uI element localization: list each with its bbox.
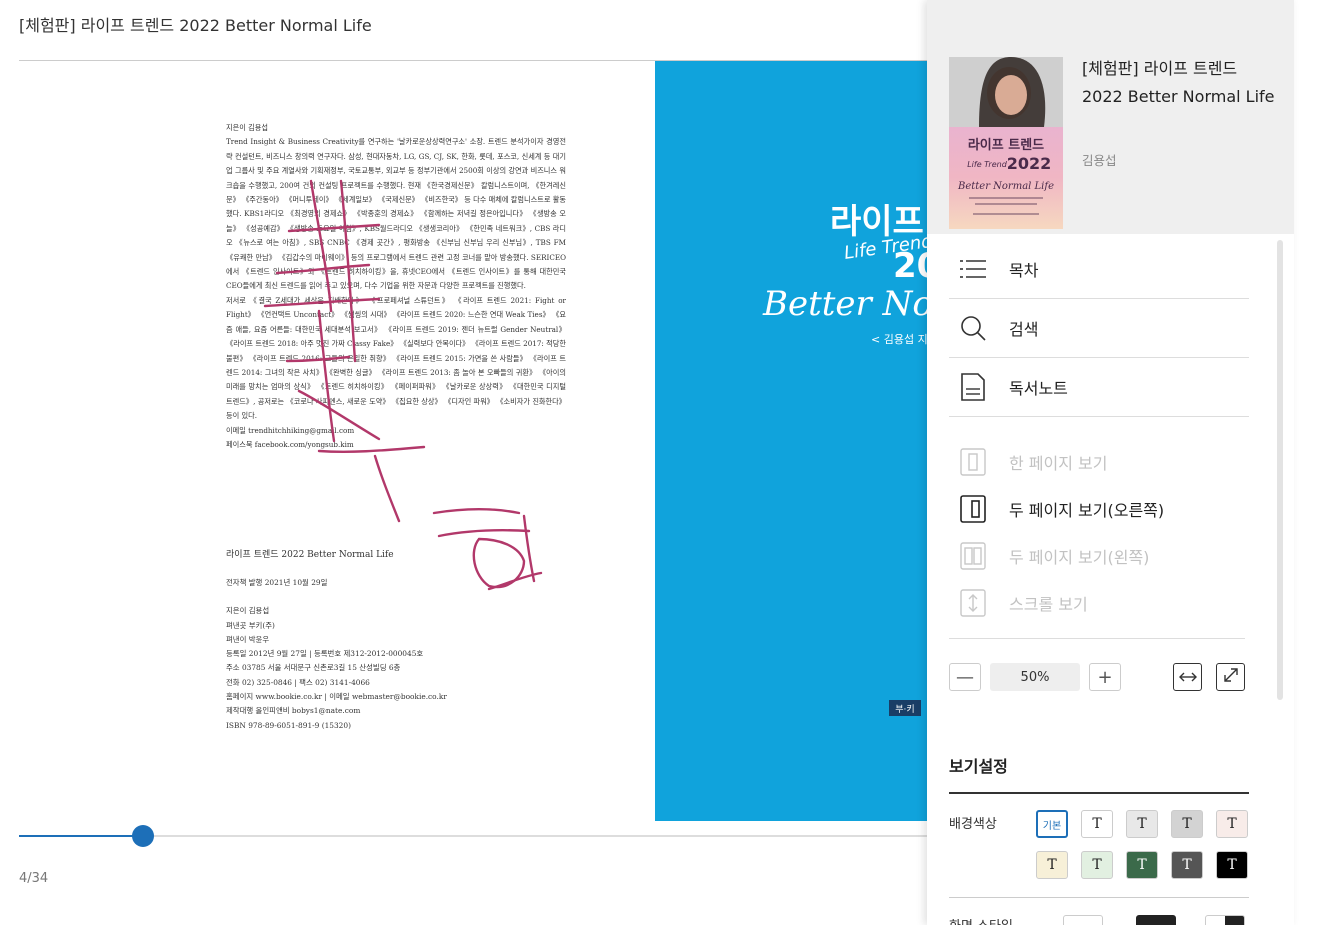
background-color-swatch[interactable]: T: [1171, 851, 1203, 879]
two-page-right-icon: [959, 494, 987, 523]
view-mode-label: 한 페이지 보기: [1009, 453, 1108, 473]
thumb-title: 라이프 트렌드: [968, 137, 1044, 153]
progress-fill: [19, 835, 144, 837]
thumb-subtitle: Better Normal Life: [957, 181, 1054, 192]
author-heading: 지은이 김용섭: [226, 123, 268, 132]
divider: [949, 897, 1249, 898]
background-color-swatch[interactable]: T: [1036, 851, 1068, 879]
view-mode-label: 두 페이지 보기(오른쪽): [1009, 500, 1165, 520]
list-icon: [959, 255, 987, 283]
colophon-address: 주소 03785 서울 서대문구 신촌로3길 15 산성빌딩 6층: [226, 663, 401, 673]
menu-item-label: 검색: [1009, 320, 1039, 339]
zoom-out-button[interactable]: —: [949, 663, 981, 691]
background-color-swatch[interactable]: T: [1216, 810, 1248, 838]
zoom-level: 50%: [990, 663, 1080, 691]
cover-year: 20: [893, 246, 927, 286]
ebook-viewer: [체험판] 라이프 트렌드 2022 Better Normal Life 지은…: [0, 0, 927, 925]
view-mode-label: 스크롤 보기: [1009, 594, 1088, 614]
note-icon: [959, 373, 987, 401]
two-page-left-icon: [959, 541, 987, 570]
thumb-life-trend: Life Trend: [967, 160, 1008, 169]
background-color-swatch[interactable]: T: [1081, 810, 1113, 838]
colophon-production: 제작대행 올인피앤비 bobys1@nate.com: [226, 706, 361, 716]
panel-book-author: 김용섭: [1082, 153, 1117, 168]
colophon-registration: 등록일 2012년 9월 27일 | 등록번호 제312-2012-000045…: [226, 649, 424, 659]
divider: [949, 792, 1249, 794]
background-color-swatch[interactable]: T: [1126, 851, 1158, 879]
colophon: 라이프 트렌드 2022 Better Normal Life 전자책 발행 2…: [226, 547, 566, 733]
panel-book-title: [체험판] 라이프 트렌드 2022 Better Normal Life: [1082, 59, 1275, 106]
fit-page-button[interactable]: [1216, 663, 1245, 691]
background-color-swatch[interactable]: T: [1126, 810, 1158, 838]
reading-progress-slider[interactable]: [19, 825, 927, 847]
panel-menu: 목차 검색 독서노트: [949, 240, 1249, 417]
background-color-label: 배경색상: [949, 817, 997, 832]
right-page-cover[interactable]: 라이프 트 Life Trend 20 Better Norm < 김용섭 지음…: [655, 61, 927, 821]
progress-thumb[interactable]: [132, 825, 155, 847]
scroll-view-icon: [959, 588, 987, 617]
zoom-controls: — 50% +: [949, 663, 1249, 691]
view-mode-single-page[interactable]: 한 페이지 보기: [949, 438, 1249, 485]
zoom-in-button[interactable]: +: [1089, 663, 1121, 691]
colophon-phone: 전화 02) 325-0846 | 팩스 02) 3141-4066: [226, 677, 370, 687]
cover-subtitle: Better Norm: [762, 284, 927, 324]
fit-width-icon: [1178, 668, 1198, 687]
book-cover-thumbnail: 라이프 트렌드 Life Trend 2022 Better Normal Li…: [949, 57, 1063, 229]
view-mode-two-page-right[interactable]: 두 페이지 보기(오른쪽): [949, 485, 1249, 532]
view-mode-two-page-left[interactable]: 두 페이지 보기(왼쪽): [949, 532, 1249, 579]
author-books-paragraph: 저서로 《결국 Z세대가 세상을 지배한다》 《프로페셔널 스튜던트》 《라이프…: [226, 295, 566, 421]
view-settings-title: 보기설정: [949, 757, 1008, 776]
author-facebook: 페이스북 facebook.com/yongsub.kim: [226, 439, 354, 449]
screen-style-label: 화면 스타일: [949, 915, 1013, 925]
colophon-date: 전자책 발행 2021년 10월 29일: [226, 578, 328, 587]
side-panel: 라이프 트렌드 Life Trend 2022 Better Normal Li…: [927, 0, 1294, 925]
menu-item-reading-notes[interactable]: 독서노트: [949, 358, 1249, 417]
colophon-title: 라이프 트렌드 2022 Better Normal Life: [226, 550, 394, 560]
menu-item-label: 목차: [1009, 261, 1039, 280]
panel-scrollbar[interactable]: [1277, 240, 1283, 700]
book-info-header: 라이프 트렌드 Life Trend 2022 Better Normal Li…: [927, 0, 1294, 234]
screen-style-option[interactable]: [1136, 915, 1176, 925]
left-page[interactable]: 지은이 김용섭 Trend Insight & Business Creativ…: [19, 61, 655, 821]
background-color-swatch[interactable]: T: [1171, 810, 1203, 838]
colophon-homepage: 홈페이지 www.bookie.co.kr | 이메일 webmaster@bo…: [226, 692, 447, 702]
screen-style-option[interactable]: [1205, 915, 1245, 925]
single-page-icon: [959, 447, 987, 476]
view-mode-options: 한 페이지 보기 두 페이지 보기(오른쪽) 두 페이지 보기(왼쪽) 스크롤 …: [949, 438, 1249, 626]
divider: [949, 638, 1245, 639]
view-mode-label: 두 페이지 보기(왼쪽): [1009, 547, 1150, 567]
author-bio-paragraph: Trend Insight & Business Creativity를 연구하…: [226, 137, 566, 291]
author-email: 이메일 trendhitchhiking@gmail.com: [226, 425, 355, 435]
book-cover-art: 라이프 트 Life Trend 20 Better Norm < 김용섭 지음…: [762, 202, 927, 716]
menu-item-toc[interactable]: 목차: [949, 240, 1249, 299]
colophon-publisher-company: 펴낸곳 부키(주): [226, 620, 275, 630]
colophon-publisher: 펴낸이 박윤우: [226, 634, 270, 644]
view-mode-scroll[interactable]: 스크롤 보기: [949, 579, 1249, 626]
background-color-swatch[interactable]: 기본: [1036, 810, 1068, 838]
expand-icon: [1223, 667, 1239, 687]
author-bio: 지은이 김용섭 Trend Insight & Business Creativ…: [226, 121, 566, 452]
screen-style-option[interactable]: [1063, 915, 1103, 925]
fit-width-button[interactable]: [1173, 663, 1202, 691]
search-icon: [959, 314, 987, 342]
book-title: [체험판] 라이프 트렌드 2022 Better Normal Life: [19, 16, 372, 35]
background-color-swatch[interactable]: T: [1216, 851, 1248, 879]
thumb-year: 2022: [1007, 154, 1052, 173]
menu-item-search[interactable]: 검색: [949, 299, 1249, 358]
menu-item-label: 독서노트: [1009, 379, 1068, 398]
colophon-author: 지은이 김용섭: [226, 606, 270, 616]
colophon-isbn: ISBN 978-89-6051-891-9 (15320): [226, 720, 351, 730]
cover-publisher-badge: 부·키: [895, 704, 914, 715]
page-counter: 4/34: [19, 871, 49, 886]
cover-author-line: < 김용섭 지음: [871, 333, 927, 346]
background-color-swatch[interactable]: T: [1081, 851, 1113, 879]
